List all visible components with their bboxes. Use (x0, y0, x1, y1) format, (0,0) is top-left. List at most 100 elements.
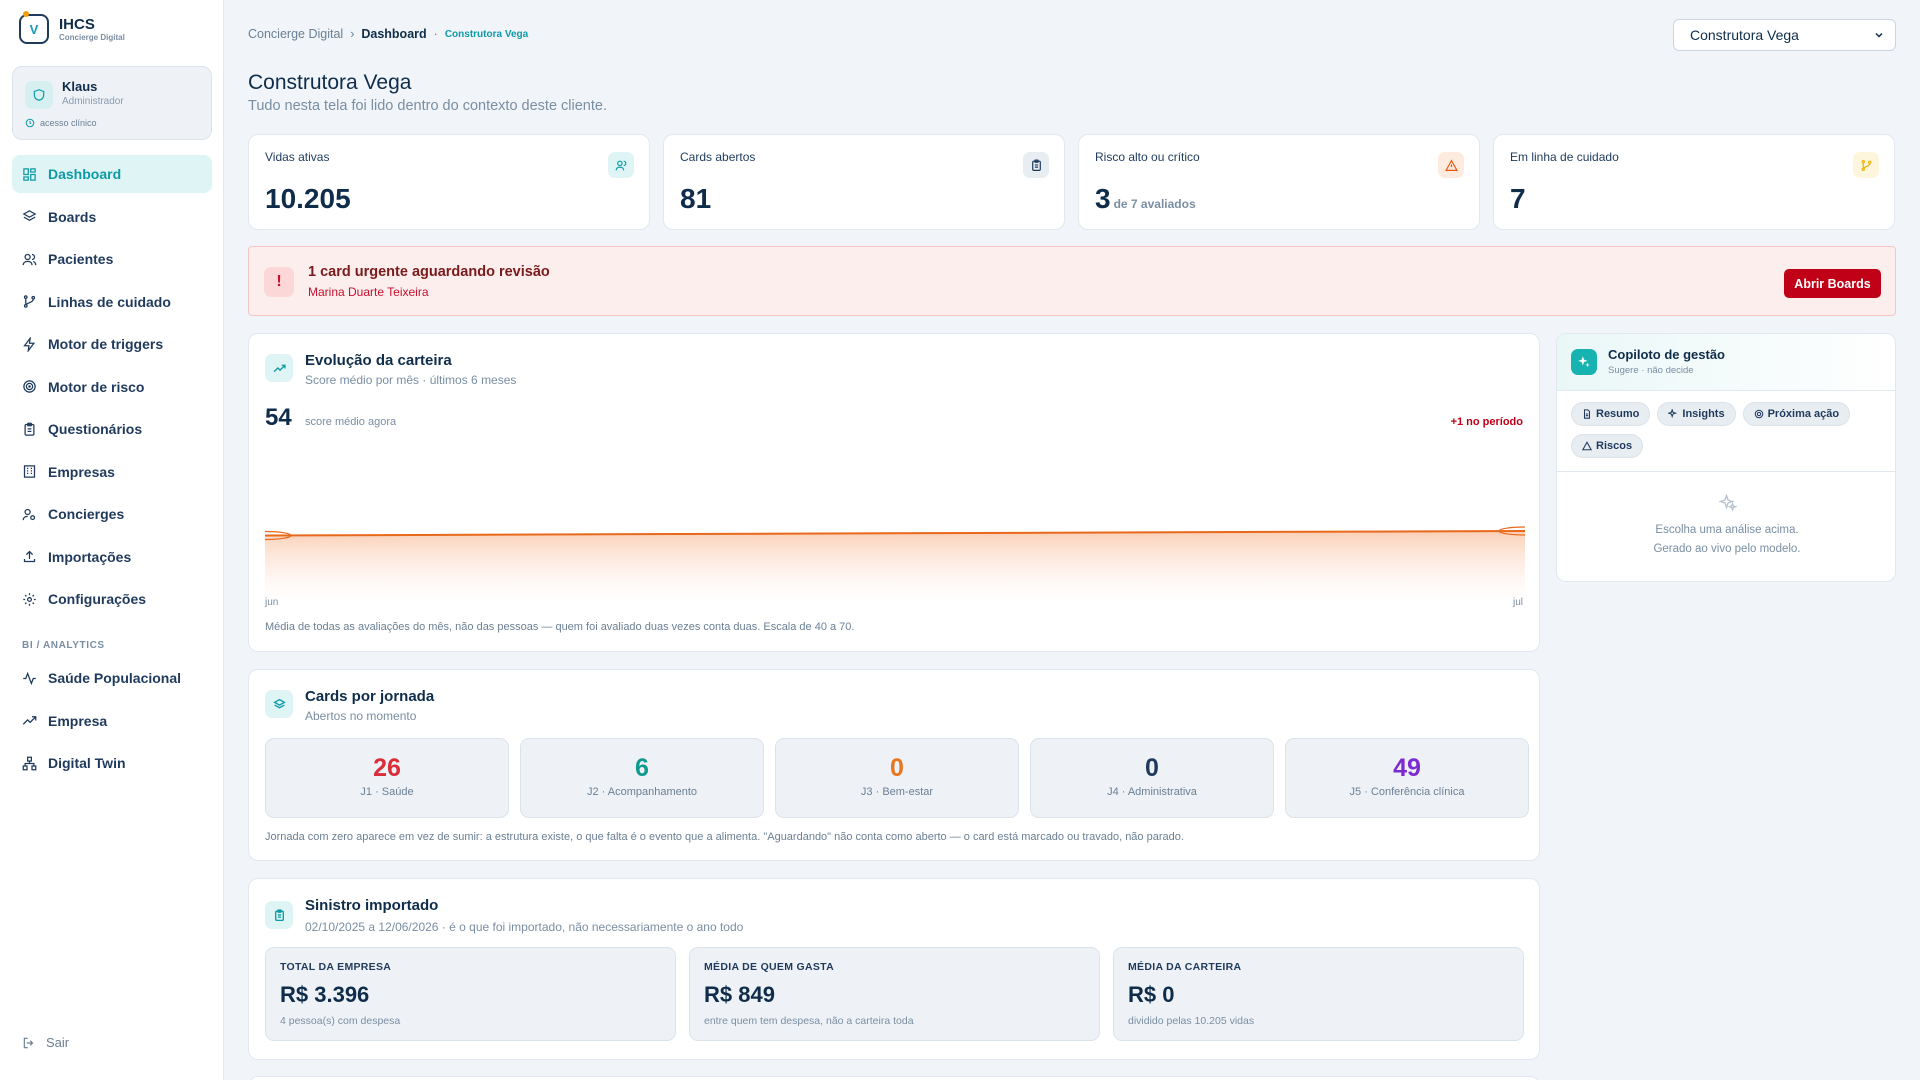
nav-item-boards[interactable]: Boards (12, 198, 212, 236)
nav-label: Boards (48, 208, 97, 225)
empty-line-1: Escolha uma análise acima. (1655, 524, 1799, 536)
nav-item-importacoes[interactable]: Importações (12, 538, 212, 576)
kpi-suffix: de 7 avaliados (1113, 197, 1196, 211)
copilot-panel: Copiloto de gestão Sugere · não decide R… (1556, 333, 1896, 582)
kpi-label: Cards abertos (680, 150, 756, 164)
breadcrumb-separator: › (350, 27, 355, 41)
logout-icon (23, 1037, 34, 1048)
kpi-card-vidas-ativas: Vidas ativas 10.205 (248, 134, 650, 230)
building-icon (23, 465, 36, 478)
kpi-card-linha-cuidado: Em linha de cuidado 7 (1493, 134, 1895, 230)
sinistro-boxes: TOTAL DA EMPRESA R$ 3.396 4 pessoa(s) co… (265, 947, 1524, 1041)
nav-label: Dashboard (48, 166, 122, 182)
breadcrumb-current: Dashboard (361, 27, 427, 41)
nav-label: Empresa (48, 712, 108, 729)
box-heading: MÉDIA DA CARTEIRA (1128, 961, 1242, 973)
sinistro-media-gasta-box: MÉDIA DE QUEM GASTA R$ 849 entre quem te… (689, 947, 1100, 1041)
file-icon (1583, 409, 1591, 419)
nav-item-linhas[interactable]: Linhas de cuidado (12, 283, 212, 321)
activity-icon (23, 671, 36, 685)
logout-label: Sair (46, 1035, 70, 1050)
nav-item-concierges[interactable]: Concierges (12, 495, 212, 533)
kpi-value: 81 (680, 183, 712, 214)
nav-label: Empresas (48, 463, 115, 480)
box-value: R$ 849 (704, 982, 775, 1007)
nav-item-empresas[interactable]: Empresas (12, 453, 212, 491)
access-badge: acesso clínico (25, 118, 97, 128)
chip-label: Riscos (1596, 440, 1633, 452)
jornada-count: 26 (373, 754, 401, 782)
jornada-count: 6 (635, 754, 649, 782)
evolucao-panel: Evolução da carteira Score médio por mês… (248, 333, 1540, 652)
client-select[interactable]: Construtora Vega (1673, 19, 1896, 51)
current-score-label: score médio agora (305, 416, 397, 428)
target-icon (23, 380, 36, 393)
git-branch-icon (23, 295, 36, 308)
gear-icon (23, 592, 36, 606)
nav-item-saude-populacional[interactable]: Saúde Populacional (12, 659, 212, 697)
box-heading: MÉDIA DE QUEM GASTA (704, 961, 834, 973)
copilot-empty-state: Escolha uma análise acima. Gerado ao viv… (1557, 521, 1895, 559)
nav-item-triggers[interactable]: Motor de triggers (12, 325, 212, 363)
kpi-label: Em linha de cuidado (1510, 150, 1619, 164)
nav-item-risco[interactable]: Motor de risco (12, 368, 212, 406)
kpi-card-cards-abertos: Cards abertos 81 (663, 134, 1065, 230)
alert-patient-link[interactable]: Marina Duarte Teixeira (308, 285, 429, 299)
period-delta: +1 no período (1450, 416, 1523, 428)
logout-button[interactable]: Sair (22, 1035, 69, 1050)
access-label: acesso clínico (40, 118, 97, 128)
nav-item-digital-twin[interactable]: Digital Twin (12, 744, 212, 782)
trending-up-icon (22, 716, 37, 725)
chip-insights[interactable]: Insights (1657, 402, 1736, 426)
jornada-label: J1 · Saúde (360, 786, 414, 798)
nav-item-dashboard[interactable]: Dashboard (12, 155, 212, 193)
x-tick-label: jun (265, 597, 279, 608)
clipboard-icon (265, 901, 293, 929)
brand-name: IHCS (59, 15, 95, 33)
user-card: Klaus Administrador acesso clínico (12, 66, 212, 140)
nav-label: Motor de risco (48, 378, 145, 395)
breadcrumb-dot: · (433, 27, 438, 41)
brand-logo[interactable]: V IHCS Concierge Digital (19, 11, 125, 44)
kpi-card-risco: Risco alto ou crítico 3 de 7 avaliados (1078, 134, 1480, 230)
layers-icon (265, 690, 293, 718)
panel-subtitle: Abertos no momento (305, 709, 417, 723)
jornada-card-j5[interactable]: 49 J5 · Conferência clínica (1285, 738, 1529, 818)
nav-item-pacientes[interactable]: Pacientes (12, 240, 212, 278)
nav-item-configuracoes[interactable]: Configurações (12, 580, 212, 618)
panel-title: Evolução da carteira (305, 352, 452, 369)
logo-mark-icon: V (19, 11, 49, 44)
next-panel-edge (248, 1076, 1540, 1080)
kpi-value: 10.205 (265, 183, 351, 214)
box-caption: 4 pessoa(s) com despesa (280, 1015, 401, 1027)
shield-icon (25, 81, 53, 109)
box-value: R$ 3.396 (280, 982, 370, 1007)
kpi-value: 7 (1510, 183, 1526, 214)
jornada-card-j3[interactable]: 0 J3 · Bem-estar (775, 738, 1019, 818)
jornada-label: J5 · Conferência clínica (1349, 786, 1465, 798)
main-nav: Dashboard Boards Pacientes Linhas de cui… (12, 155, 212, 787)
jornada-card-j1[interactable]: 26 J1 · Saúde (265, 738, 509, 818)
chip-riscos[interactable]: Riscos (1571, 434, 1644, 458)
jornadas-grid: 26 J1 · Saúde 6 J2 · Acompanhamento 0 J3… (265, 738, 1529, 818)
nav-item-questionarios[interactable]: Questionários (12, 410, 212, 448)
chart-area-fill (265, 531, 1525, 599)
chip-label: Próxima ação (1767, 408, 1840, 420)
breadcrumb-root[interactable]: Concierge Digital (248, 27, 343, 41)
current-score: 54 (265, 404, 292, 431)
jornada-card-j4[interactable]: 0 J4 · Administrativa (1030, 738, 1274, 818)
clipboard-icon (1023, 152, 1049, 178)
sparkles-icon (1718, 493, 1738, 517)
nav-item-empresa[interactable]: Empresa (12, 702, 212, 740)
nav-label: Pacientes (48, 251, 114, 267)
copilot-subtitle: Sugere · não decide (1608, 365, 1694, 376)
nav-label: Configurações (48, 591, 147, 607)
exclamation-icon: ! (264, 267, 294, 297)
layers-icon (22, 210, 37, 221)
chip-proxima-acao[interactable]: Próxima ação (1742, 402, 1851, 426)
trending-up-icon (265, 354, 293, 382)
chip-resumo[interactable]: Resumo (1571, 402, 1651, 426)
jornada-card-j2[interactable]: 6 J2 · Acompanhamento (520, 738, 764, 818)
box-value: R$ 0 (1128, 982, 1175, 1007)
open-boards-button[interactable]: Abrir Boards (1784, 269, 1881, 298)
